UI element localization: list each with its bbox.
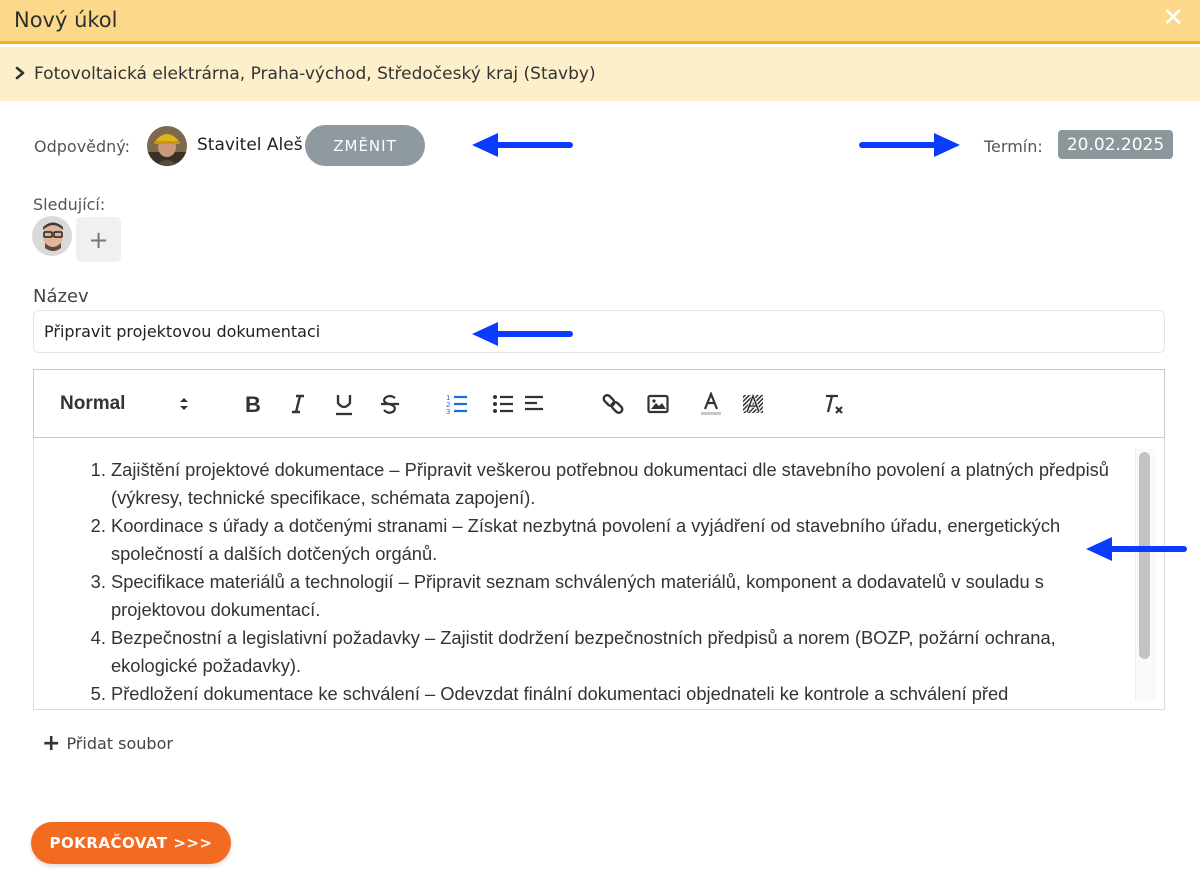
clear-format-icon[interactable] [818, 386, 850, 422]
follower-avatar[interactable] [32, 216, 72, 256]
chevron-right-icon [15, 66, 25, 80]
arrow-right-icon [859, 133, 960, 157]
select-arrows-icon [180, 398, 188, 410]
deadline-label: Termín: [984, 137, 1043, 156]
link-icon[interactable] [598, 386, 628, 422]
arrow-left-icon [1086, 537, 1187, 561]
image-icon[interactable] [643, 386, 673, 422]
list-item: Specifikace materiálů a technologií – Př… [111, 568, 1123, 624]
arrow-left-icon [472, 322, 573, 346]
add-file-button[interactable]: + Přidat soubor [42, 730, 173, 756]
list-item: Zajištění projektové dokumentace – Připr… [111, 456, 1123, 512]
task-description-list: Zajištění projektové dokumentace – Připr… [34, 456, 1123, 708]
add-follower-button[interactable]: + [76, 217, 121, 262]
editor-content[interactable]: Zajištění projektové dokumentace – Připr… [33, 438, 1165, 710]
align-left-icon[interactable] [520, 386, 548, 422]
background-color-icon[interactable] [738, 386, 768, 422]
dialog-header [0, 0, 1200, 44]
text-color-icon[interactable] [696, 386, 726, 422]
followers-label: Sledující: [33, 195, 106, 214]
breadcrumb[interactable]: Fotovoltaická elektrárna, Praha-východ, … [34, 64, 596, 84]
bullet-list-icon[interactable] [488, 386, 518, 422]
list-item: Koordinace s úřady a dotčenými stranami … [111, 512, 1123, 568]
close-icon[interactable]: ✕ [1162, 5, 1184, 31]
add-file-label: Přidat soubor [66, 734, 173, 753]
list-item: Bezpečnostní a legislativní požadavky – … [111, 624, 1123, 680]
responsible-label: Odpovědný: [34, 137, 130, 156]
ordered-list-icon[interactable]: 1 2 3 [442, 386, 472, 422]
format-select-value: Normal [60, 393, 126, 414]
change-responsible-button[interactable]: ZMĚNIT [305, 125, 425, 166]
task-title-label: Název [33, 286, 89, 307]
task-title-input[interactable] [33, 310, 1165, 353]
strikethrough-icon[interactable] [375, 386, 405, 422]
arrow-left-icon [472, 133, 573, 157]
svg-text:B: B [245, 393, 261, 415]
bold-icon[interactable]: B [238, 386, 268, 422]
continue-button[interactable]: POKRAČOVAT >>> [31, 822, 231, 864]
format-select[interactable]: Normal [60, 386, 190, 422]
underline-icon[interactable] [329, 386, 359, 422]
dialog-title: Nový úkol [14, 8, 118, 32]
plus-icon: + [42, 730, 61, 756]
responsible-name: Stavitel Aleš [197, 135, 303, 155]
list-item: Předložení dokumentace ke schválení – Od… [111, 680, 1123, 708]
avatar [147, 126, 187, 166]
deadline-date[interactable]: 20.02.2025 [1058, 130, 1173, 159]
italic-icon[interactable] [283, 386, 313, 422]
svg-text:3: 3 [446, 408, 450, 415]
